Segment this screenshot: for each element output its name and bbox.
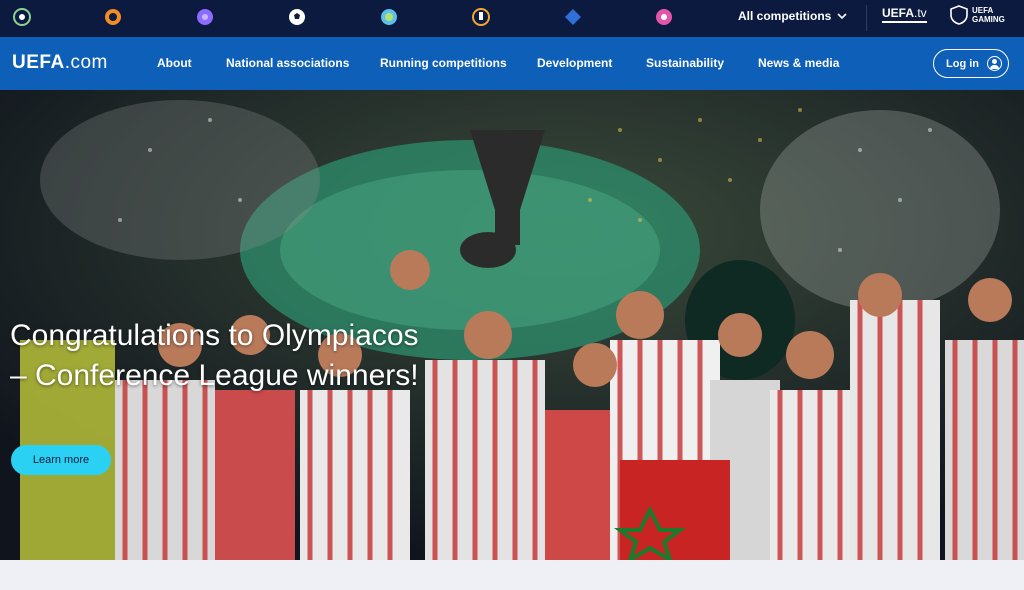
- logo-suffix: .com: [64, 52, 108, 73]
- divider: [866, 5, 867, 31]
- conference-league-icon[interactable]: [194, 6, 216, 28]
- uefa-gaming-link[interactable]: UEFA GAMING: [950, 5, 1005, 25]
- top-bar: All competitions UEFA.tv UEFA GAMING: [0, 0, 1024, 37]
- football-icon[interactable]: [286, 6, 308, 28]
- chevron-down-icon: [837, 13, 847, 20]
- cup-icon[interactable]: [470, 6, 492, 28]
- all-competitions-label: All competitions: [738, 9, 832, 23]
- user-icon: [987, 56, 1002, 71]
- logo-main: UEFA: [12, 52, 65, 73]
- nav-item-sustainability[interactable]: Sustainability: [646, 56, 724, 70]
- nav-item-development[interactable]: Development: [537, 56, 612, 70]
- hero-headline: Congratulations to Olympiacos – Conferen…: [10, 319, 419, 392]
- europa-league-icon[interactable]: [102, 6, 124, 28]
- nav-item-news-media[interactable]: News & media: [758, 56, 839, 70]
- learn-more-button[interactable]: Learn more: [11, 445, 111, 475]
- nav-item-national-associations[interactable]: National associations: [226, 56, 349, 70]
- login-button[interactable]: Log in: [933, 49, 1009, 78]
- page-content-area: [0, 560, 1024, 590]
- login-label: Log in: [946, 57, 979, 70]
- hero-banner[interactable]: Congratulations to Olympiacos – Conferen…: [0, 90, 1024, 560]
- nav-item-running-competitions[interactable]: Running competitions: [380, 56, 507, 70]
- womens-icon[interactable]: [653, 6, 675, 28]
- shield-icon: [950, 5, 968, 25]
- gaming-line2: GAMING: [972, 15, 1005, 24]
- champions-league-icon[interactable]: [11, 6, 33, 28]
- uefatv-suffix: .tv: [914, 6, 927, 20]
- nations-league-icon[interactable]: [562, 6, 584, 28]
- uefatv-main: UEFA: [882, 6, 915, 20]
- euro-icon[interactable]: [378, 6, 400, 28]
- all-competitions-dropdown[interactable]: All competitions: [738, 9, 847, 23]
- nav-item-about[interactable]: About: [157, 56, 192, 70]
- uefa-tv-link[interactable]: UEFA.tv: [882, 6, 927, 23]
- uefa-logo[interactable]: UEFA.com: [12, 52, 108, 74]
- main-nav: UEFA.com About National associations Run…: [0, 37, 1024, 90]
- gaming-line1: UEFA: [972, 6, 994, 15]
